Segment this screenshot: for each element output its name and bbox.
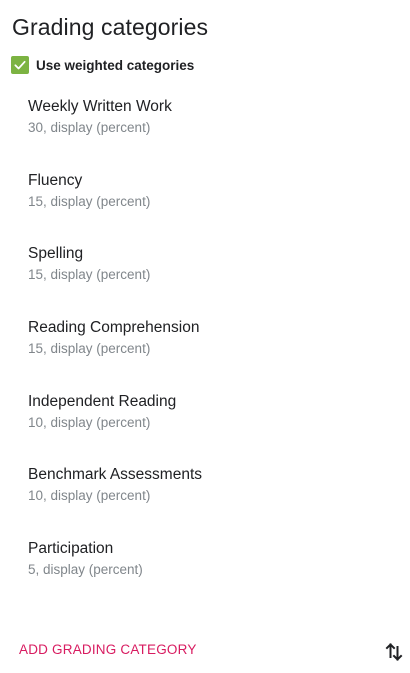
category-weight: 5, display (percent) [28,562,143,578]
grading-categories-panel: Grading categories Use weighted categori… [0,0,410,673]
category-list: Weekly Written Work 30, display (percent… [0,96,410,612]
category-name: Fluency [28,171,83,189]
category-weight: 15, display (percent) [28,341,151,357]
category-name: Weekly Written Work [28,98,172,115]
category-name: Spelling [28,245,84,263]
category-item-spelling[interactable]: Spelling 15, display (percent) [0,243,410,317]
category-weight: 10, display (percent) [28,488,151,504]
category-name: Benchmark Assessments [28,466,203,484]
weighted-label: Use weighted categories [36,57,195,73]
category-item-independent-reading[interactable]: Independent Reading 10, display (percent… [0,391,410,465]
category-item-participation[interactable]: Participation 5, display (percent) [0,538,410,612]
category-weight: 30, display (percent) [28,120,151,135]
weighted-checkbox[interactable] [11,56,29,74]
add-grading-category-button[interactable]: ADD GRADING CATEGORY [19,640,197,660]
category-weight: 10, display (percent) [28,414,151,430]
use-weighted-categories-toggle[interactable]: Use weighted categories [11,56,194,74]
swap-vert-icon [385,643,403,661]
category-item-reading-comprehension[interactable]: Reading Comprehension 15, display (perce… [0,317,410,391]
check-icon [14,60,26,70]
page-title: Grading categories [12,14,209,40]
category-item-benchmark-assessments[interactable]: Benchmark Assessments 10, display (perce… [0,464,410,538]
category-name: Reading Comprehension [28,319,200,337]
category-name: Independent Reading [28,392,177,410]
category-item-weekly-written-work[interactable]: Weekly Written Work 30, display (percent… [0,96,410,170]
category-item-fluency[interactable]: Fluency 15, display (percent) [0,170,410,244]
category-weight: 15, display (percent) [28,267,151,283]
category-weight: 15, display (percent) [28,193,151,209]
category-name: Participation [28,540,114,558]
reorder-categories-button[interactable] [384,641,404,663]
